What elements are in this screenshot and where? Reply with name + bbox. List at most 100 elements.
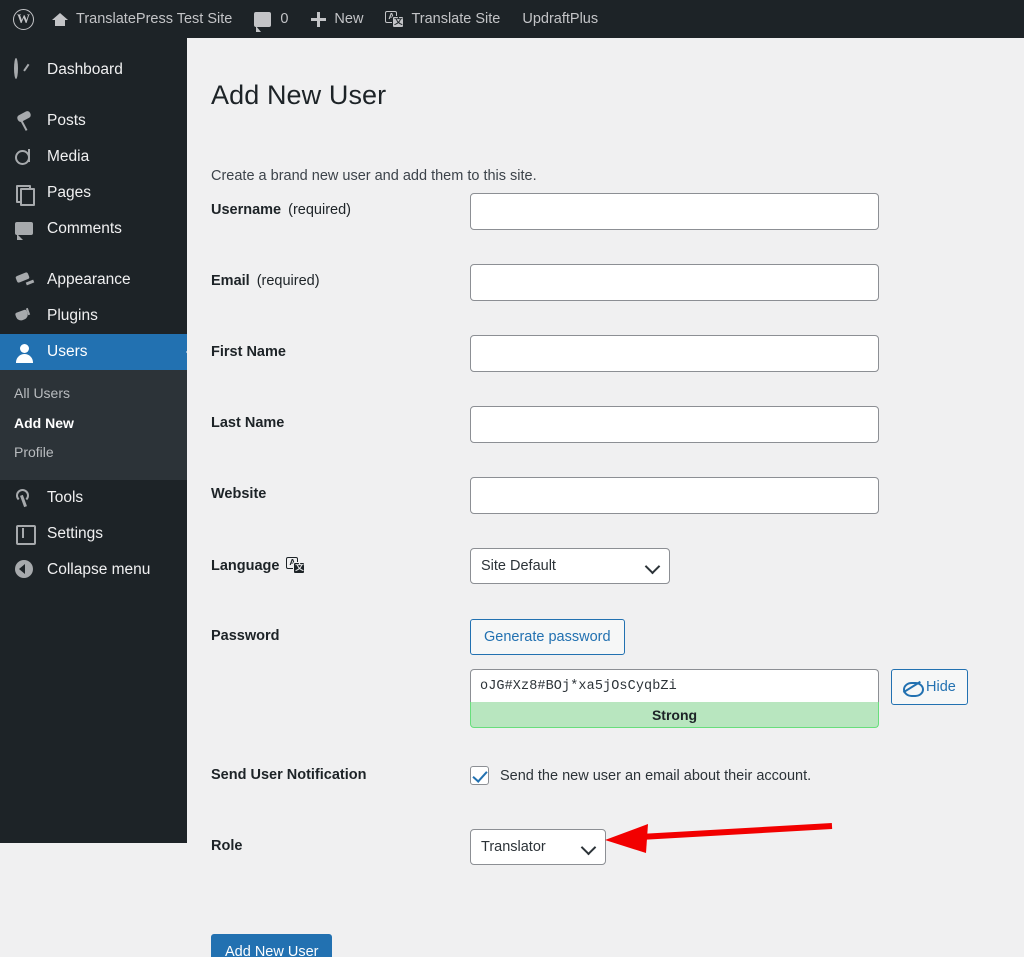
submenu-item-profile[interactable]: Profile (0, 438, 187, 468)
username-required-text: (required) (288, 202, 351, 218)
hide-password-button[interactable]: Hide (891, 669, 968, 705)
comments-menu[interactable]: 0 (243, 0, 299, 38)
admin-sidebar-menu: Dashboard Posts Media Pages Comments App… (0, 38, 187, 843)
website-input[interactable] (470, 477, 879, 514)
password-strength-indicator: Strong (470, 702, 879, 728)
settings-icon (14, 523, 35, 544)
form-row-password: Password Generate password Strong Hide (187, 619, 1024, 728)
sidebar-item-label: Comments (47, 221, 122, 237)
page-description: Create a brand new user and add them to … (211, 168, 537, 184)
dashboard-icon (14, 60, 35, 81)
home-icon (51, 10, 69, 28)
sidebar-item-label: Media (47, 149, 89, 165)
media-icon (14, 147, 35, 168)
wordpress-logo-icon (13, 9, 34, 30)
wordpress-admin-screen: TranslatePress Test Site 0 New A文 Transl… (0, 0, 1024, 957)
wrench-icon (14, 487, 35, 508)
sidebar-item-pages[interactable]: Pages (0, 175, 187, 211)
add-new-user-submit-button[interactable]: Add New User (211, 934, 332, 957)
last-name-label: Last Name (187, 406, 470, 431)
send-notification-checkbox[interactable] (470, 766, 489, 785)
send-notification-label: Send User Notification (187, 758, 470, 783)
submenu-item-label: Profile (14, 444, 54, 460)
website-label: Website (187, 477, 470, 502)
role-select[interactable]: Translator (470, 829, 606, 865)
role-select-wrapper: Translator (470, 829, 606, 865)
users-submenu: All Users Add New Profile (0, 370, 187, 480)
sidebar-item-label: Appearance (47, 272, 131, 288)
password-area: Strong Hide (470, 669, 1024, 728)
comment-bubble-icon (254, 12, 271, 27)
form-row-email: Email (required) (187, 264, 1024, 305)
email-input[interactable] (470, 264, 879, 301)
sidebar-item-label: Settings (47, 526, 103, 542)
sidebar-item-plugins[interactable]: Plugins (0, 298, 187, 334)
username-input[interactable] (470, 193, 879, 230)
translate-icon: A文 (385, 11, 404, 28)
page-title: Add New User (211, 80, 386, 111)
username-label: Username (required) (187, 193, 470, 218)
plus-icon (310, 11, 327, 28)
password-column: Strong (470, 669, 879, 728)
updraftplus-label: UpdraftPlus (522, 11, 598, 27)
translate-site-label: Translate Site (411, 11, 500, 27)
first-name-input[interactable] (470, 335, 879, 372)
updraftplus-menu[interactable]: UpdraftPlus (511, 0, 609, 38)
sidebar-item-dashboard[interactable]: Dashboard (0, 52, 187, 88)
send-notification-checkbox-label: Send the new user an email about their a… (500, 768, 811, 784)
form-row-first-name: First Name (187, 335, 1024, 376)
username-label-text: Username (211, 202, 281, 218)
email-required-text: (required) (257, 273, 320, 289)
comment-count: 0 (280, 11, 288, 27)
language-label: Language A文 (187, 548, 470, 574)
eye-slash-icon (903, 681, 920, 694)
main-content: Add New User Create a brand new user and… (187, 38, 1024, 957)
language-select-wrapper: Site Default (470, 548, 670, 584)
form-row-username: Username (required) (187, 193, 1024, 234)
paintbrush-icon (14, 270, 35, 291)
sidebar-item-media[interactable]: Media (0, 139, 187, 175)
collapse-arrow-icon (14, 559, 35, 580)
first-name-label: First Name (187, 335, 470, 360)
form-row-website: Website (187, 477, 1024, 518)
sidebar-item-settings[interactable]: Settings (0, 516, 187, 552)
sidebar-item-label: Plugins (47, 308, 98, 324)
send-notification-row: Send the new user an email about their a… (470, 758, 1024, 785)
sidebar-item-users[interactable]: Users (0, 334, 187, 370)
role-label: Role (187, 829, 470, 854)
email-label: Email (required) (187, 264, 470, 289)
user-icon (14, 342, 35, 363)
language-select[interactable]: Site Default (470, 548, 670, 584)
sidebar-collapse-menu[interactable]: Collapse menu (0, 552, 187, 588)
sidebar-item-posts[interactable]: Posts (0, 103, 187, 139)
sidebar-item-label: Tools (47, 490, 83, 506)
sidebar-item-tools[interactable]: Tools (0, 480, 187, 516)
submenu-item-all-users[interactable]: All Users (0, 379, 187, 409)
sidebar-item-label: Users (47, 344, 87, 360)
add-new-user-form: Username (required) Email (required) Fir… (187, 193, 1024, 900)
new-content-menu[interactable]: New (299, 0, 374, 38)
email-label-text: Email (211, 273, 250, 289)
pages-icon (14, 183, 35, 204)
submenu-item-add-new[interactable]: Add New (0, 409, 187, 439)
translate-icon: A文 (286, 557, 305, 574)
sidebar-item-label: Dashboard (47, 62, 123, 78)
new-label: New (334, 11, 363, 27)
last-name-input[interactable] (470, 406, 879, 443)
generate-password-button[interactable]: Generate password (470, 619, 625, 655)
plug-icon (14, 306, 35, 327)
password-input[interactable] (470, 669, 879, 702)
password-label: Password (187, 619, 470, 644)
sidebar-item-appearance[interactable]: Appearance (0, 262, 187, 298)
submenu-item-label: Add New (14, 415, 74, 431)
wordpress-logo-menu[interactable] (0, 0, 40, 38)
form-row-role: Role Translator (187, 829, 1024, 870)
site-name-menu[interactable]: TranslatePress Test Site (40, 0, 243, 38)
hide-password-label: Hide (926, 679, 956, 695)
admin-bar: TranslatePress Test Site 0 New A文 Transl… (0, 0, 1024, 38)
sidebar-item-comments[interactable]: Comments (0, 211, 187, 247)
submenu-item-label: All Users (14, 385, 70, 401)
form-row-language: Language A文 Site Default (187, 548, 1024, 589)
language-label-text: Language (211, 558, 279, 574)
translate-site-menu[interactable]: A文 Translate Site (374, 0, 511, 38)
